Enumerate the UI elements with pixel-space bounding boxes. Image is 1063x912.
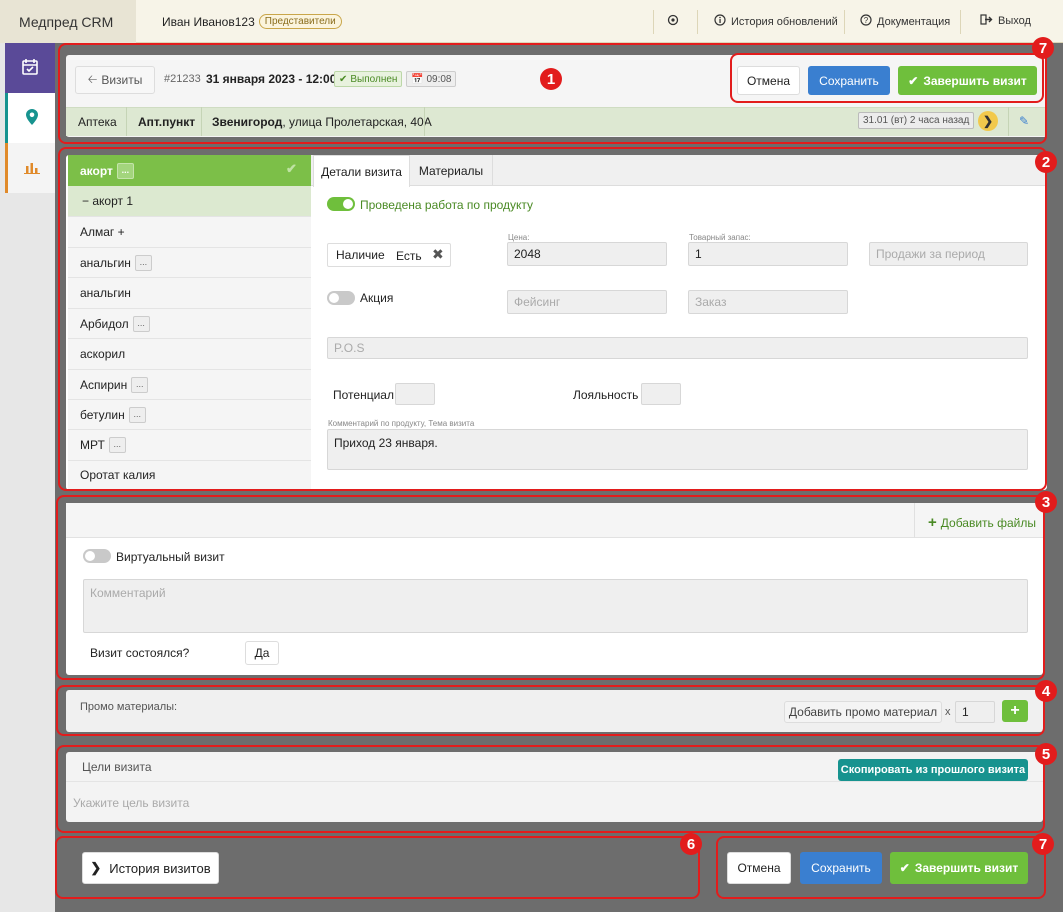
footer-cancel-button[interactable]: Отмена xyxy=(727,852,791,884)
visit-history-button[interactable]: ❯ История визитов xyxy=(82,852,219,884)
top-bar: Медпред CRM Иван Иванов123 Представители… xyxy=(0,0,1063,43)
documentation-label: Документация xyxy=(877,15,951,28)
svg-text:?: ? xyxy=(864,16,869,25)
sidebar-item-reports[interactable] xyxy=(5,143,55,193)
brand-logo[interactable]: Медпред CRM xyxy=(0,0,136,43)
annotation-badge-2: 2 xyxy=(1035,151,1057,173)
annotation-badge-7-bottom: 7 xyxy=(1032,833,1054,855)
logout-link[interactable]: Выход xyxy=(980,14,1031,28)
footer-complete-label: Завершить визит xyxy=(914,861,1019,875)
updates-history-label: История обновлений xyxy=(731,15,838,28)
sidebar-item-map[interactable] xyxy=(5,93,55,143)
help-icon: ? xyxy=(860,14,872,29)
annotation-badge-6: 6 xyxy=(680,833,702,855)
annotation-frame-5 xyxy=(56,745,1045,833)
left-sidebar xyxy=(0,43,55,912)
location-button[interactable] xyxy=(667,14,679,29)
annotation-badge-1: 1 xyxy=(540,68,562,90)
user-name: Иван Иванов123 xyxy=(162,14,255,29)
footer-save-button[interactable]: Сохранить xyxy=(800,852,882,884)
annotation-badge-7-top: 7 xyxy=(1032,37,1054,59)
chevron-right-icon: ❯ xyxy=(90,860,102,875)
footer-complete-visit-button[interactable]: ✔ Завершить визит xyxy=(890,852,1028,884)
annotation-badge-3: 3 xyxy=(1035,491,1057,513)
target-icon xyxy=(667,14,679,29)
annotation-frame-7-top xyxy=(730,53,1044,103)
role-badge: Представители xyxy=(258,14,342,29)
visit-history-label: История визитов xyxy=(109,860,211,876)
sidebar-item-visits[interactable] xyxy=(5,43,55,93)
documentation-link[interactable]: ? Документация xyxy=(860,14,950,29)
calendar-check-icon xyxy=(21,58,39,79)
annotation-frame-3 xyxy=(56,495,1045,680)
check-icon: ✔ xyxy=(899,861,910,875)
bar-chart-icon xyxy=(23,160,40,177)
annotation-frame-2 xyxy=(58,147,1047,491)
info-icon xyxy=(714,14,726,29)
annotation-badge-5: 5 xyxy=(1035,743,1057,765)
updates-history-link[interactable]: История обновлений xyxy=(714,14,838,29)
annotation-badge-4: 4 xyxy=(1035,680,1057,702)
map-pin-icon xyxy=(25,108,39,129)
annotation-frame-4 xyxy=(56,685,1045,736)
logout-label: Выход xyxy=(998,15,1031,27)
logout-icon xyxy=(980,14,993,28)
user-info[interactable]: Иван Иванов123 Представители xyxy=(162,14,342,29)
